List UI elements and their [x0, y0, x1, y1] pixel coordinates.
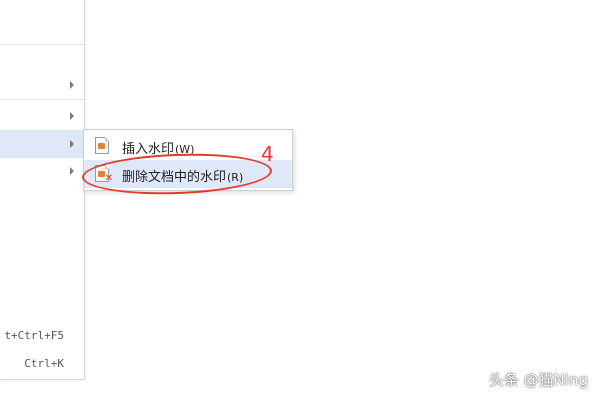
insert-watermark-icon	[95, 137, 109, 154]
submenu-arrow-icon	[70, 140, 74, 148]
shortcut-label: Ctrl+K	[24, 357, 64, 370]
menu-separator	[0, 99, 84, 100]
shortcut-label: t+Ctrl+F5	[4, 329, 64, 342]
submenu-arrow-icon	[70, 81, 74, 89]
annotation-step-number: 4	[261, 142, 274, 166]
parent-menu-item-shortcut-1[interactable]: t+Ctrl+F5	[0, 322, 84, 350]
parent-menu-item-4[interactable]	[0, 157, 84, 185]
parent-context-menu: t+Ctrl+F5 Ctrl+K	[0, 0, 85, 380]
parent-menu-item-watermark[interactable]	[0, 130, 84, 158]
menu-separator	[0, 44, 84, 45]
watermark-text: 头条 @猫Ning	[488, 371, 588, 389]
parent-menu-item-2[interactable]	[0, 102, 84, 130]
submenu-arrow-icon	[70, 167, 74, 175]
parent-menu-item-1[interactable]	[0, 71, 84, 99]
parent-menu-item-shortcut-2[interactable]: Ctrl+K	[0, 350, 84, 378]
submenu-arrow-icon	[70, 112, 74, 120]
screenshot: t+Ctrl+F5 Ctrl+K 插入水印(W) ✕ 删除文档中的水印(R) 4…	[0, 0, 600, 400]
